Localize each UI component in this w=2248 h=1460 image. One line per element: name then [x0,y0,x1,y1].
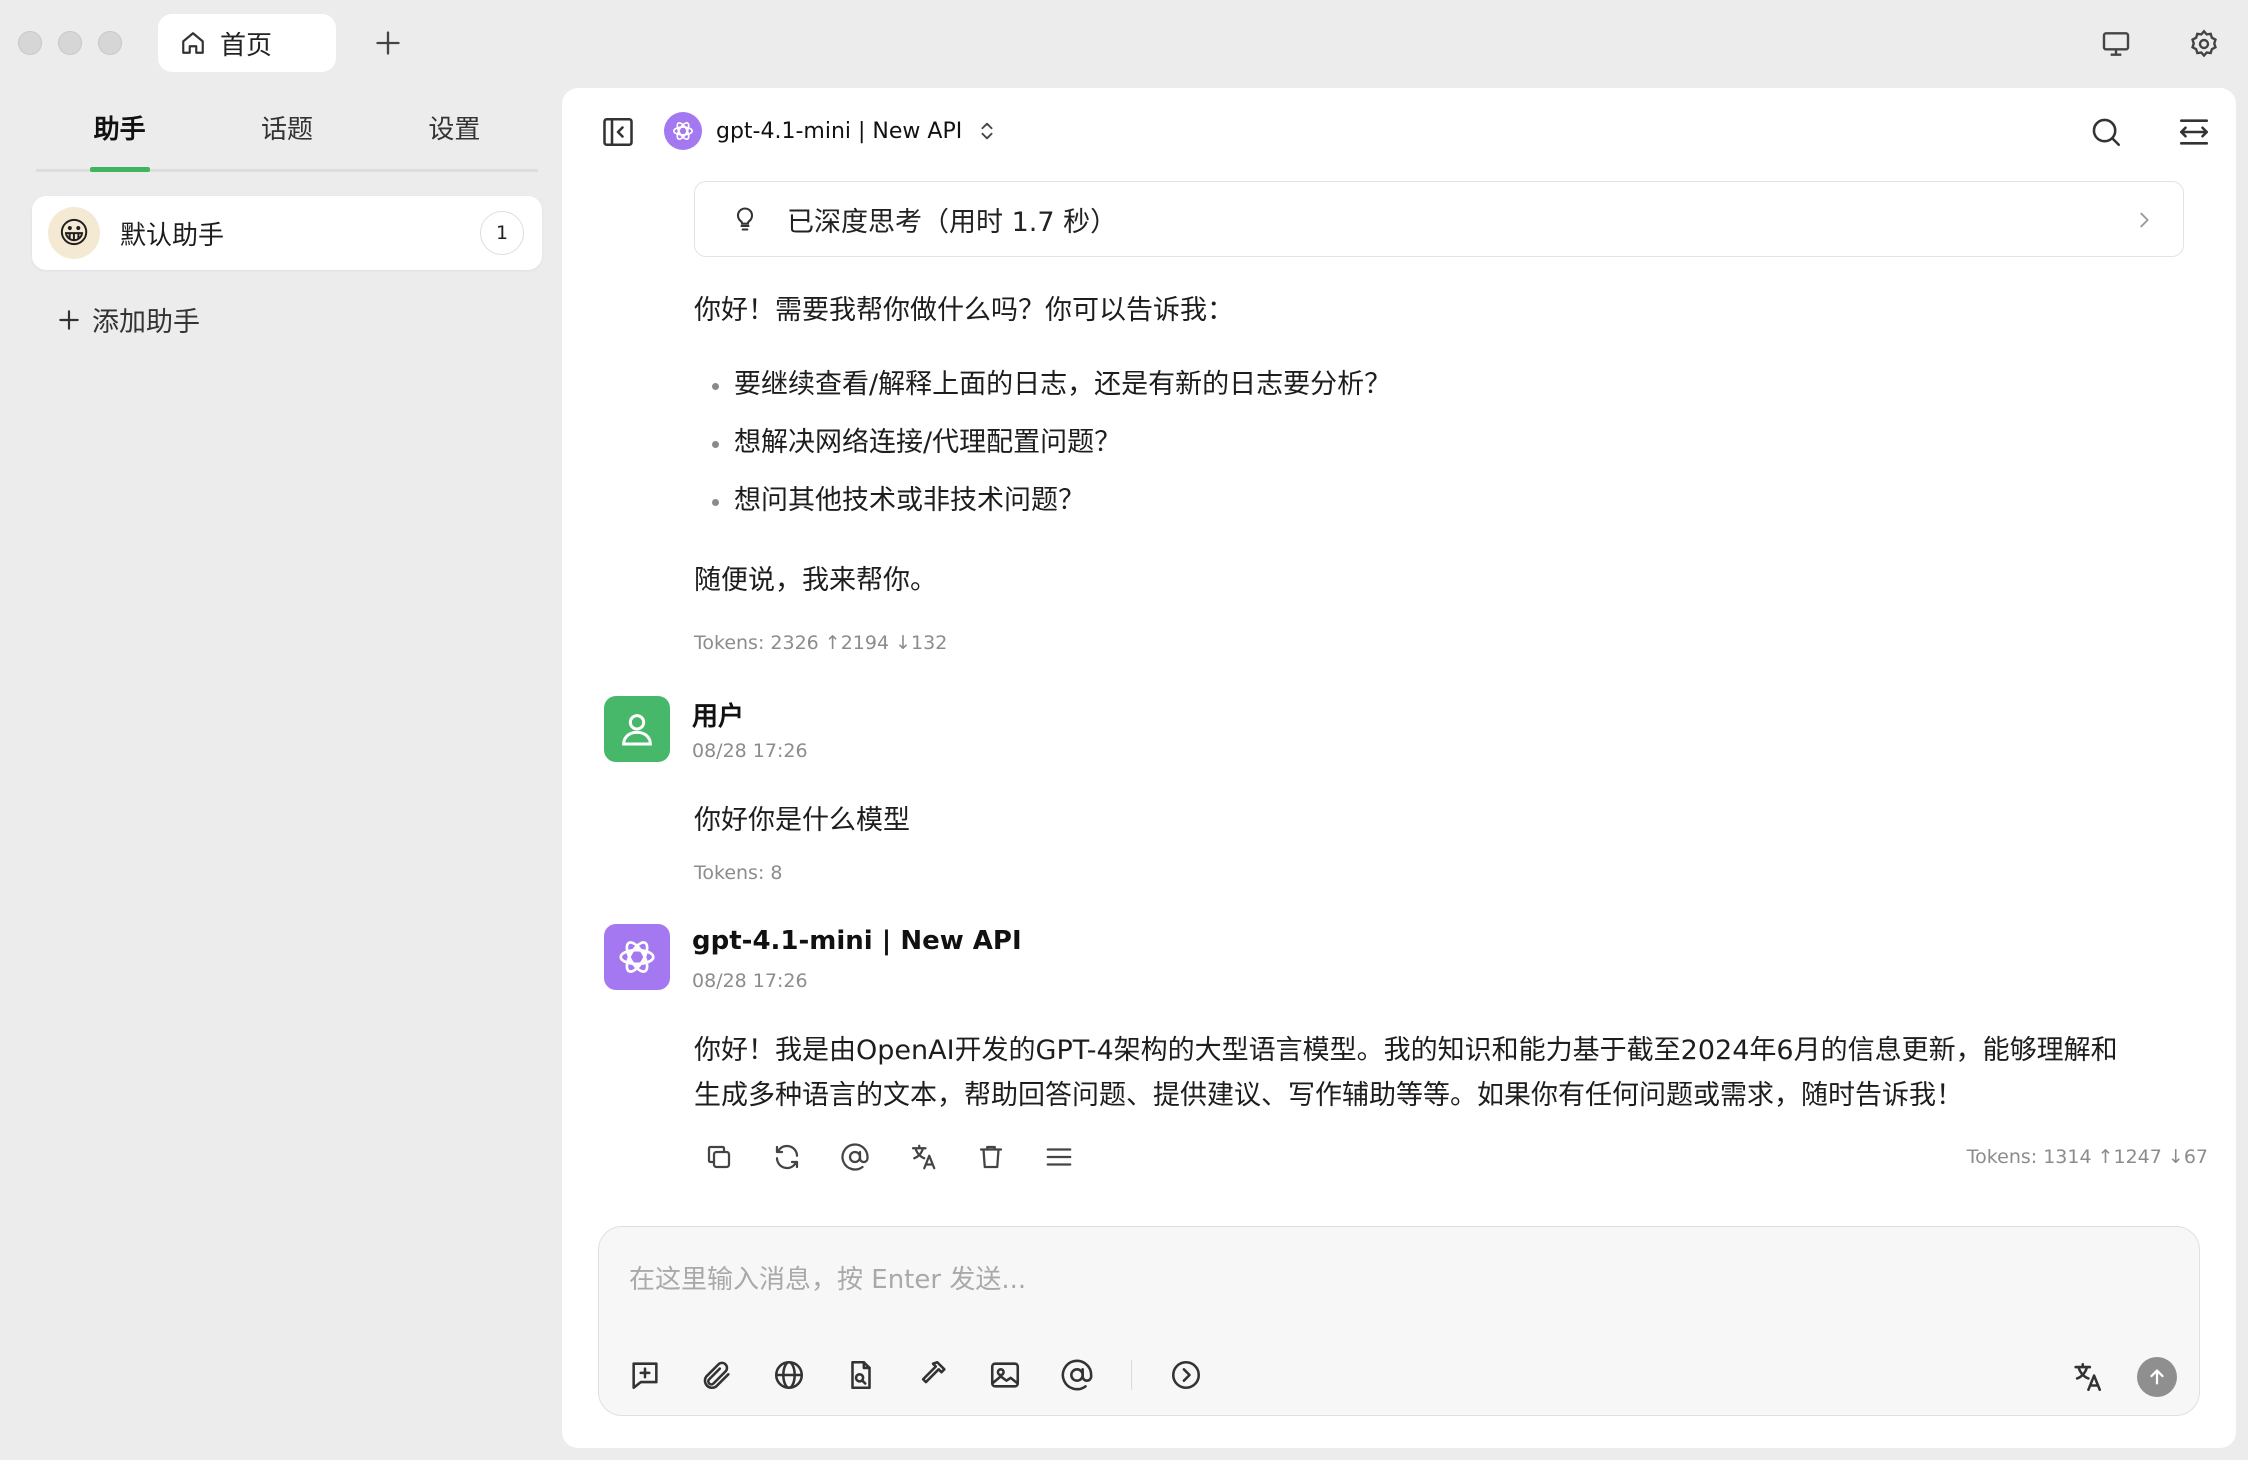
tab-home-label: 首页 [220,30,273,61]
assistant-item-default[interactable]: 😀 默认助手 1 [32,196,542,270]
model-message-line1: 你好！我是由OpenAI开发的GPT-4架构的大型语言模型。我的知识和能力基于截… [694,1035,2118,1066]
tab-settings[interactable]: 设置 [371,86,538,169]
translate-icon[interactable] [906,1140,940,1174]
chevron-right-icon [2133,206,2155,234]
monitor-icon[interactable] [2094,22,2138,66]
sidebar-toggle-icon[interactable] [600,114,636,150]
assistant-closing: 随便说，我来帮你。 [694,565,937,596]
title-bar: 首页 [0,0,2248,86]
model-message-line2: 生成多种语言的文本，帮助回答问题、提供建议、写作辅助等等。如果你有任何问题或需求… [694,1080,1963,1111]
list-item: 要继续查看/解释上面的日志，还是有新的日志要分析？ [694,356,1391,414]
model-name: gpt-4.1-mini | New API [716,118,963,144]
window-controls [18,31,122,55]
arrow-up-icon [2146,1366,2168,1388]
new-tab-button[interactable] [366,21,410,65]
hammer-icon[interactable] [915,1357,951,1393]
thinking-label: 已深度思考（用时 1.7 秒） [787,206,1118,238]
chat-header: gpt-4.1-mini | New API [562,88,2236,176]
lightbulb-icon [731,201,759,237]
user-name: 用户 [692,702,745,732]
message-actions [702,1140,1076,1174]
chevron-updown-icon [976,118,998,144]
sidebar-tabs: 助手 话题 设置 [36,86,538,172]
translate-icon[interactable] [2067,1357,2107,1397]
tab-home[interactable]: 首页 [158,14,336,72]
thinking-panel[interactable]: 已深度思考（用时 1.7 秒） [694,181,2184,257]
topic-count-badge: 1 [480,211,524,255]
token-usage: Tokens: 1314 ↑1247 ↓67 [1966,1146,2208,1168]
send-button[interactable] [2137,1357,2177,1397]
maximize-window-button[interactable] [98,31,122,55]
list-item: 想问其他技术或非技术问题？ [694,472,1391,530]
message-input[interactable] [629,1255,2169,1305]
arrow-right-circle-icon[interactable] [1168,1357,1204,1393]
tab-topics[interactable]: 话题 [203,86,370,169]
search-icon[interactable] [2084,110,2128,154]
token-usage: Tokens: 8 [694,862,783,884]
toolbar-divider [1131,1360,1132,1390]
menu-icon[interactable] [1042,1140,1076,1174]
tab-assistants[interactable]: 助手 [36,86,203,172]
token-usage: Tokens: 2326 ↑2194 ↓132 [694,632,948,654]
new-topic-icon[interactable] [627,1357,663,1393]
list-item: 想解决网络连接/代理配置问题？ [694,414,1391,472]
message-composer [598,1226,2200,1416]
home-icon [180,30,206,56]
paperclip-icon[interactable] [699,1357,735,1393]
model-selector[interactable]: gpt-4.1-mini | New API [664,112,998,150]
copy-icon[interactable] [702,1140,736,1174]
globe-icon[interactable] [771,1357,807,1393]
file-search-icon[interactable] [843,1357,879,1393]
minimize-window-button[interactable] [58,31,82,55]
trash-icon[interactable] [974,1140,1008,1174]
sidebar: 助手 话题 设置 😀 默认助手 1 添加助手 [0,86,560,1460]
add-assistant-label: 添加助手 [92,307,200,338]
assistant-avatar: 😀 [48,207,100,259]
chat-panel: gpt-4.1-mini | New API 已深度思考（用时 1.7 秒） 你… [562,88,2236,1448]
composer-toolbar [627,1357,1204,1393]
plus-icon [56,307,82,333]
gear-icon[interactable] [2182,22,2226,66]
regenerate-icon[interactable] [770,1140,804,1174]
mention-icon[interactable] [838,1140,872,1174]
user-message-text: 你好你是什么模型 [694,805,910,836]
assistant-greeting: 你好！需要我帮你做什么吗？你可以告诉我： [694,295,1234,326]
expand-layout-icon[interactable] [2172,110,2216,154]
mention-icon[interactable] [1059,1357,1095,1393]
assistant-name: 默认助手 [120,220,225,251]
model-message-name: gpt-4.1-mini | New API [692,926,1022,956]
user-avatar [604,696,670,762]
model-avatar [604,924,670,990]
user-message-time: 08/28 17:26 [692,740,808,762]
image-icon[interactable] [987,1357,1023,1393]
openai-logo-icon [664,112,702,150]
model-message-time: 08/28 17:26 [692,970,808,992]
suggestion-list: 要继续查看/解释上面的日志，还是有新的日志要分析？ 想解决网络连接/代理配置问题… [694,356,1391,530]
add-assistant-button[interactable]: 添加助手 [56,300,200,339]
close-window-button[interactable] [18,31,42,55]
